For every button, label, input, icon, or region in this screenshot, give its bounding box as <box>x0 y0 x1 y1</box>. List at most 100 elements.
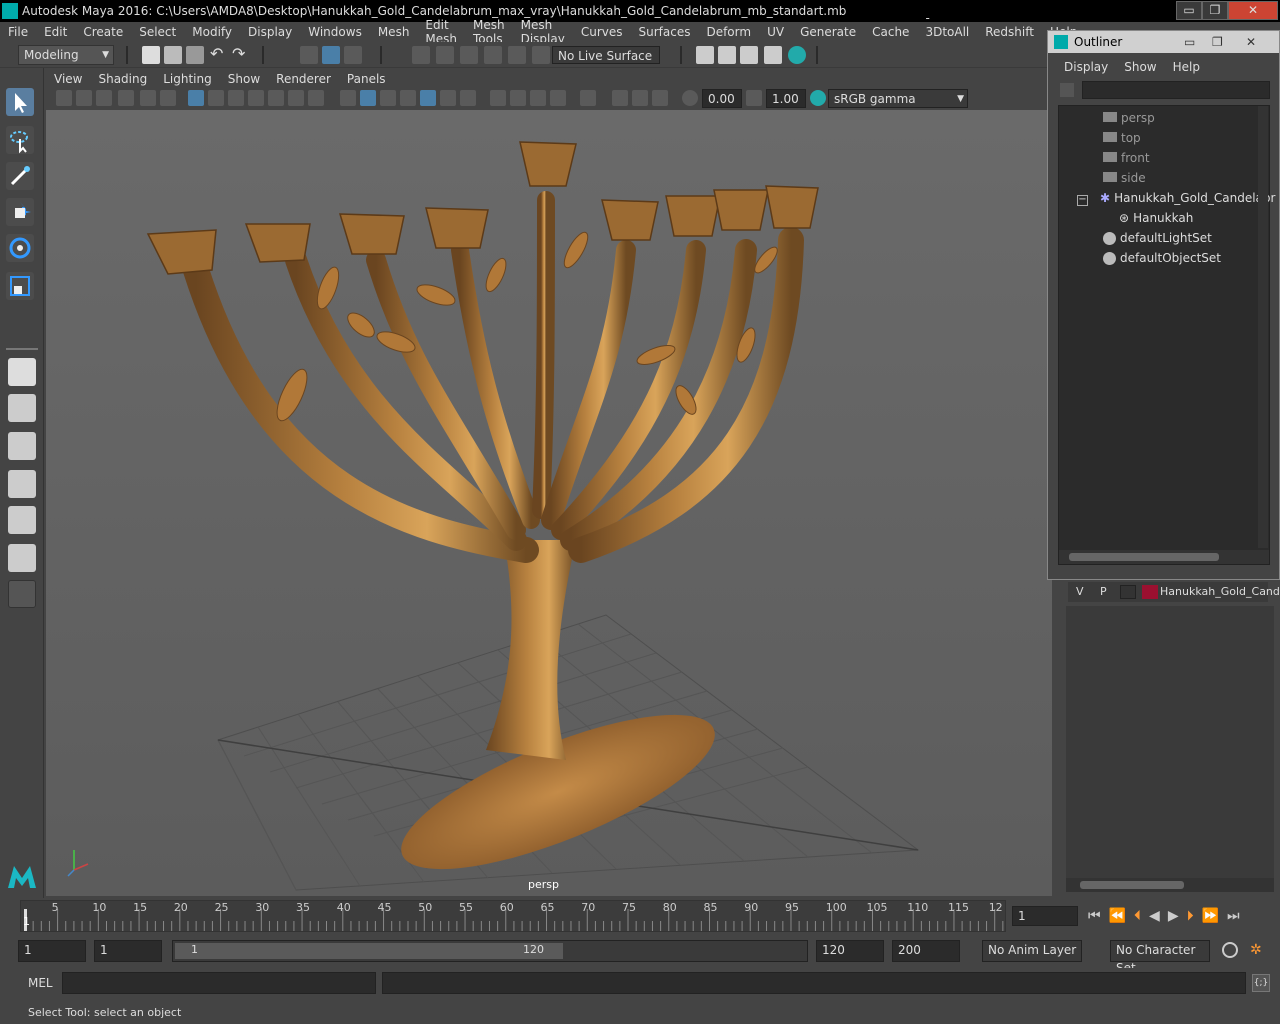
camera-select-icon[interactable] <box>56 90 72 106</box>
layer-reference-toggle[interactable] <box>1120 585 1136 599</box>
move-tool-icon[interactable] <box>6 198 34 226</box>
step-back-key-icon[interactable]: ⏴ <box>1134 908 1149 924</box>
save-scene-icon[interactable] <box>186 46 204 64</box>
depth-of-field-icon[interactable] <box>550 90 566 106</box>
range-slider[interactable]: 1 120 <box>172 940 808 962</box>
viewport-menu-lighting[interactable]: Lighting <box>155 72 220 86</box>
screen-space-ao-icon[interactable] <box>490 90 506 106</box>
menu-curves[interactable]: Curves <box>573 25 631 39</box>
field-chart-icon[interactable] <box>268 90 284 106</box>
viewport-menu-view[interactable]: View <box>46 72 90 86</box>
minimize-button[interactable]: ▭ <box>1176 1 1202 20</box>
scrollbar-thumb[interactable] <box>1080 881 1184 889</box>
snap-to-curve-icon[interactable] <box>436 46 454 64</box>
menu-cache[interactable]: Cache <box>864 25 917 39</box>
outliner-item-mesh[interactable]: ⊛ Hanukkah <box>1119 208 1193 228</box>
use-default-material-icon[interactable] <box>380 90 396 106</box>
horizontal-scrollbar[interactable] <box>1066 878 1274 892</box>
command-input[interactable] <box>62 972 376 994</box>
exposure-icon[interactable] <box>682 90 698 106</box>
layer-visibility-toggle[interactable]: V <box>1076 582 1084 602</box>
render-settings-icon[interactable] <box>764 46 782 64</box>
layer-row[interactable]: V P Hanukkah_Gold_Cand <box>1068 582 1280 602</box>
outliner-item-side[interactable]: side <box>1103 168 1146 188</box>
four-view-layout-icon[interactable] <box>8 394 36 422</box>
command-language-label[interactable]: MEL <box>28 976 53 990</box>
playback-end-field[interactable]: 120 <box>816 940 884 962</box>
film-gate-icon[interactable] <box>208 90 224 106</box>
textured-icon[interactable] <box>420 90 436 106</box>
select-by-hierarchy-icon[interactable] <box>300 46 318 64</box>
animation-start-field[interactable]: 1 <box>18 940 86 962</box>
outliner-menu-show[interactable]: Show <box>1116 60 1164 74</box>
make-live-icon[interactable] <box>532 46 550 64</box>
outliner-item-top[interactable]: top <box>1103 128 1141 148</box>
shadows-icon[interactable] <box>460 90 476 106</box>
menu-windows[interactable]: Windows <box>300 25 370 39</box>
restore-button[interactable]: ❐ <box>1202 1 1228 20</box>
undo-icon[interactable]: ↶ <box>210 46 228 64</box>
ipr-render-icon[interactable] <box>740 46 758 64</box>
persp-graph-layout-icon[interactable] <box>8 470 36 498</box>
safe-title-icon[interactable] <box>308 90 324 106</box>
close-button[interactable]: ✕ <box>1228 1 1278 20</box>
menu-uv[interactable]: UV <box>759 25 792 39</box>
gamma-field[interactable]: 1.00 <box>766 89 806 108</box>
menu-surfaces[interactable]: Surfaces <box>630 25 698 39</box>
xray-active-icon[interactable] <box>632 90 648 106</box>
minimize-icon[interactable]: ▭ <box>1184 31 1195 53</box>
menu-select[interactable]: Select <box>131 25 184 39</box>
outliner-item-light-set[interactable]: defaultLightSet <box>1103 228 1212 248</box>
layer-playback-toggle[interactable]: P <box>1100 582 1107 602</box>
menu-deform[interactable]: Deform <box>698 25 759 39</box>
snap-to-view-icon[interactable] <box>484 46 502 64</box>
filter-icon[interactable] <box>1060 83 1074 97</box>
graph-persp-layout-icon[interactable] <box>8 544 36 572</box>
select-tool-icon[interactable] <box>6 88 34 116</box>
range-slider-handle[interactable] <box>175 943 563 959</box>
scrollbar-thumb[interactable] <box>1069 553 1219 561</box>
grease-pencil-icon[interactable] <box>160 90 176 106</box>
snap-to-surface-icon[interactable] <box>508 46 526 64</box>
collapse-icon[interactable]: − <box>1077 195 1088 206</box>
viewport-menu-show[interactable]: Show <box>220 72 268 86</box>
select-by-object-icon[interactable] <box>322 46 340 64</box>
anim-layer-dropdown[interactable]: No Anim Layer <box>982 940 1082 962</box>
script-editor-icon[interactable]: {;} <box>1252 974 1270 992</box>
paint-select-tool-icon[interactable] <box>6 162 34 190</box>
smooth-shade-icon[interactable] <box>360 90 376 106</box>
use-all-lights-icon[interactable] <box>440 90 456 106</box>
go-to-end-icon[interactable]: ⏭ <box>1227 908 1248 924</box>
multisample-aa-icon[interactable] <box>530 90 546 106</box>
time-slider[interactable]: 1 5 10 15 20 25 30 35 40 45 50 55 60 65 70 75 80 85 90 95 1… <box>0 898 1280 936</box>
close-icon[interactable]: ✕ <box>1246 31 1256 53</box>
outliner-item-front[interactable]: front <box>1103 148 1150 168</box>
menu-redshift[interactable]: Redshift <box>977 25 1042 39</box>
isolate-select-icon[interactable] <box>580 90 596 106</box>
hypershade-icon[interactable] <box>788 46 806 64</box>
horizontal-scrollbar[interactable] <box>1059 550 1269 564</box>
animation-end-field[interactable]: 200 <box>892 940 960 962</box>
wireframe-on-shaded-icon[interactable] <box>400 90 416 106</box>
single-perspective-layout-icon[interactable] <box>8 358 36 386</box>
select-by-component-icon[interactable] <box>344 46 362 64</box>
outliner-item-persp[interactable]: persp <box>1103 108 1155 128</box>
hypershade-layout-icon[interactable] <box>8 506 36 534</box>
menu-display[interactable]: Display <box>240 25 300 39</box>
auto-key-icon[interactable] <box>1222 942 1238 958</box>
motion-blur-icon[interactable] <box>510 90 526 106</box>
menu-mesh[interactable]: Mesh <box>370 25 418 39</box>
xray-icon[interactable] <box>612 90 628 106</box>
menu-create[interactable]: Create <box>75 25 131 39</box>
outliner-menu-help[interactable]: Help <box>1165 60 1208 74</box>
snap-to-grid-icon[interactable] <box>412 46 430 64</box>
live-surface-field[interactable]: No Live Surface <box>552 46 660 64</box>
color-space-dropdown[interactable]: sRGB gamma ▼ <box>828 89 968 108</box>
perspective-viewport[interactable]: persp <box>46 110 1052 896</box>
mode-dropdown[interactable]: Modeling ▼ <box>18 45 114 65</box>
character-set-dropdown[interactable]: No Character Set <box>1110 940 1210 975</box>
play-forwards-icon[interactable]: ▶ <box>1168 908 1187 924</box>
outliner-search-field[interactable] <box>1082 81 1270 99</box>
open-scene-icon[interactable] <box>164 46 182 64</box>
step-forward-key-icon[interactable]: ⏵ <box>1187 908 1202 924</box>
